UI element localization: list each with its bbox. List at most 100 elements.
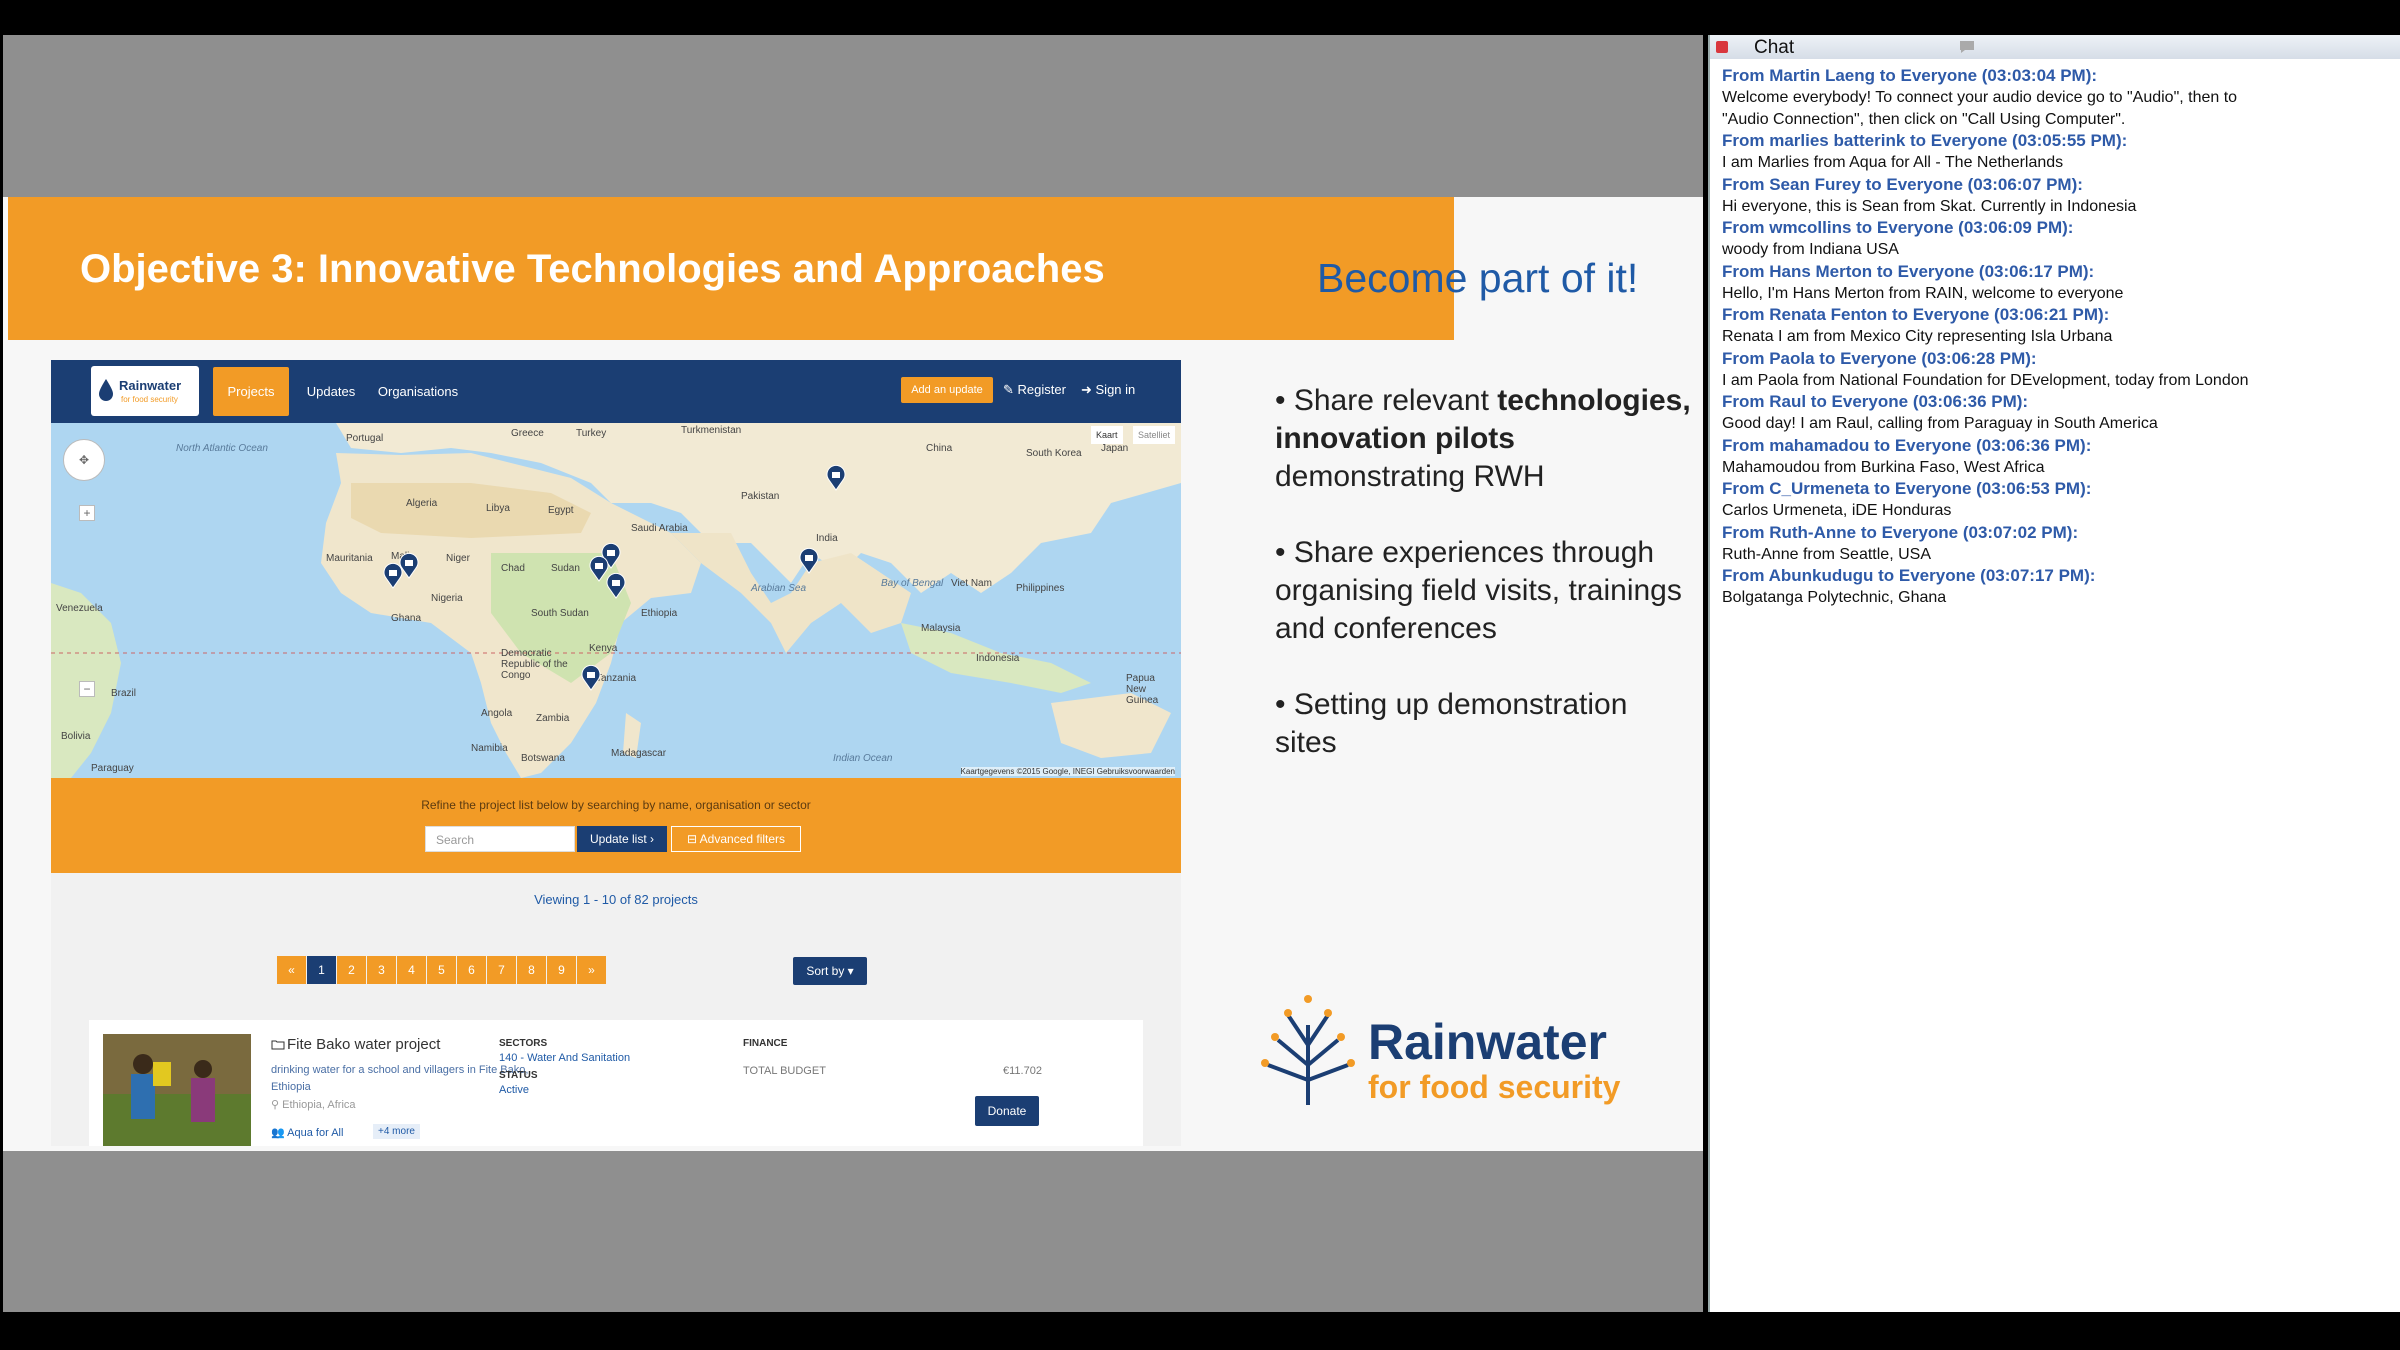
map-landmass [51, 423, 1181, 778]
nav-tab-projects[interactable]: Projects [213, 367, 289, 416]
map-view-toggle[interactable]: Kaart [1091, 426, 1123, 444]
search-input[interactable]: Search [425, 826, 575, 852]
project-location: ⚲ Ethiopia, Africa [271, 1098, 356, 1111]
close-icon[interactable] [1716, 41, 1728, 53]
rainwater-logo-title: Rainwater [1368, 1014, 1607, 1070]
chat-sender: From marlies batterink to Everyone (03:0… [1722, 131, 2128, 150]
pagination: « 1 2 3 4 5 6 7 8 9 » [277, 956, 607, 984]
nav-tab-organisations[interactable]: Organisations [371, 367, 465, 416]
map-label: Botswana [521, 753, 565, 764]
add-update-button[interactable]: Add an update [901, 377, 993, 403]
users-icon: 👥 [271, 1127, 288, 1139]
chat-message: From Ruth-Anne to Everyone (03:07:02 PM)… [1722, 522, 2392, 566]
project-organisation[interactable]: 👥 Aqua for All [271, 1126, 343, 1139]
map-marker-icon[interactable] [606, 573, 626, 599]
project-card[interactable]: Fite Bako water project drinking water f… [89, 1020, 1143, 1146]
budget-label: TOTAL BUDGET [743, 1065, 826, 1077]
chat-message: From Hans Merton to Everyone (03:06:17 P… [1722, 261, 2392, 305]
chat-message: From Martin Laeng to Everyone (03:03:04 … [1722, 65, 2392, 130]
filter-bar: Refine the project list below by searchi… [51, 778, 1181, 873]
map-label: Bolivia [61, 731, 91, 742]
chat-text: Mahamoudou from Burkina Faso, West Afric… [1722, 458, 2045, 476]
slide-title-band: Objective 3: Innovative Technologies and… [8, 197, 1454, 340]
page-5[interactable]: 5 [427, 956, 456, 984]
map-marker-icon[interactable] [383, 563, 403, 589]
map-label: China [926, 443, 953, 454]
page-2[interactable]: 2 [337, 956, 366, 984]
chat-messages: From Martin Laeng to Everyone (03:03:04 … [1722, 65, 2392, 609]
map-marker-icon[interactable] [826, 465, 846, 491]
page-next[interactable]: » [577, 956, 606, 984]
website-screenshot: Rainwater for food security Projects Upd… [51, 360, 1181, 1146]
bullet-text: • Share experiences through organising f… [1275, 536, 1682, 645]
chat-sender: From Ruth-Anne to Everyone (03:07:02 PM)… [1722, 522, 2079, 542]
chat-sender: From Abunkudugu to Everyone (03:07:17 PM… [1722, 566, 2096, 585]
map-label: South Sudan [531, 608, 589, 619]
chat-text: Welcome everybody! To connect your audio… [1722, 89, 2238, 106]
page-9[interactable]: 9 [547, 956, 576, 984]
map-label: Libya [486, 503, 510, 514]
map-label: Niger [446, 553, 470, 564]
chat-message: From marlies batterink to Everyone (03:0… [1722, 130, 2392, 174]
map-label: Democratic Republic of the Congo [501, 648, 568, 681]
map-attribution: Kaartgegevens ©2015 Google, INEGI Gebrui… [960, 767, 1175, 776]
bullet-text: • Setting up demonstration sites [1275, 688, 1628, 759]
map-label: Greece [511, 428, 544, 439]
map-marker-icon[interactable] [799, 548, 819, 574]
map-label: Mauritania [326, 553, 373, 564]
chat-sender: From Renata Fenton to Everyone (03:06:21… [1722, 305, 2110, 324]
results-count: Viewing 1 - 10 of 82 projects [534, 892, 698, 907]
page-1[interactable]: 1 [307, 956, 336, 984]
project-org-text: Aqua for All [287, 1127, 344, 1139]
map-label: Egypt [548, 505, 574, 516]
map-label: Nigeria [431, 593, 463, 604]
more-orgs-badge[interactable]: +4 more [373, 1124, 420, 1139]
chat-message: From C_Urmeneta to Everyone (03:06:53 PM… [1722, 478, 2392, 522]
zoom-out-icon[interactable]: − [79, 681, 95, 697]
map-label: Philippines [1016, 583, 1065, 594]
map-marker-icon[interactable] [581, 665, 601, 691]
register-link[interactable]: ✎ Register [1003, 377, 1066, 403]
project-map[interactable]: North Atlantic Ocean Indian Ocean Arabia… [51, 423, 1181, 778]
advanced-filters-button[interactable]: ⊟ Advanced filters [671, 826, 801, 852]
sign-in-link[interactable]: ➜ Sign in [1081, 377, 1135, 403]
map-label: Turkmenistan [681, 425, 742, 436]
map-label: Malaysia [921, 623, 961, 634]
chat-sender: From C_Urmeneta to Everyone (03:06:53 PM… [1722, 479, 2092, 498]
pan-control-icon[interactable]: ✥ [63, 439, 105, 481]
bullet-text: • Share relevant [1275, 384, 1498, 417]
map-label: Angola [481, 708, 513, 719]
chat-message: From Abunkudugu to Everyone (03:07:17 PM… [1722, 565, 2392, 609]
chat-text: "Audio Connection", then click on "Call … [1722, 110, 2126, 128]
sort-by-button[interactable]: Sort by ▾ [793, 957, 867, 985]
donate-button[interactable]: Donate [975, 1096, 1039, 1126]
nav-tab-updates[interactable]: Updates [301, 367, 361, 416]
project-title[interactable]: Fite Bako water project [287, 1036, 440, 1053]
page-8[interactable]: 8 [517, 956, 546, 984]
map-label: Brazil [111, 688, 137, 699]
map-label: Algeria [406, 498, 438, 509]
chat-text: Carlos Urmeneta, iDE Honduras [1722, 502, 1952, 519]
page-7[interactable]: 7 [487, 956, 516, 984]
page-4[interactable]: 4 [397, 956, 426, 984]
chat-sender: From Sean Furey to Everyone (03:06:07 PM… [1722, 174, 2083, 194]
map-label: Sudan [551, 563, 580, 574]
update-list-button[interactable]: Update list › [577, 826, 667, 852]
chat-text: I am Paola from National Foundation for … [1722, 371, 2249, 389]
bullet-item: • Setting up demonstration sites [1275, 686, 1695, 762]
project-photo [103, 1034, 251, 1146]
chat-sender: From Raul to Everyone (03:06:36 PM): [1722, 392, 2029, 411]
satellite-view-toggle[interactable]: Satelliet [1133, 426, 1176, 444]
map-label: Kenya [589, 643, 618, 654]
finance-heading: FINANCE [743, 1038, 788, 1049]
map-label: Viet Nam [951, 578, 992, 589]
map-label: Tanzania [596, 673, 637, 684]
page-6[interactable]: 6 [457, 956, 486, 984]
map-label: Bay of Bengal [881, 578, 944, 589]
website-logo-text: Rainwater [119, 378, 182, 393]
zoom-in-icon[interactable]: + [79, 505, 95, 521]
rainwater-logo-subtitle: for food security [1368, 1069, 1621, 1105]
website-logo[interactable]: Rainwater for food security [91, 366, 199, 416]
page-prev[interactable]: « [277, 956, 306, 984]
page-3[interactable]: 3 [367, 956, 396, 984]
